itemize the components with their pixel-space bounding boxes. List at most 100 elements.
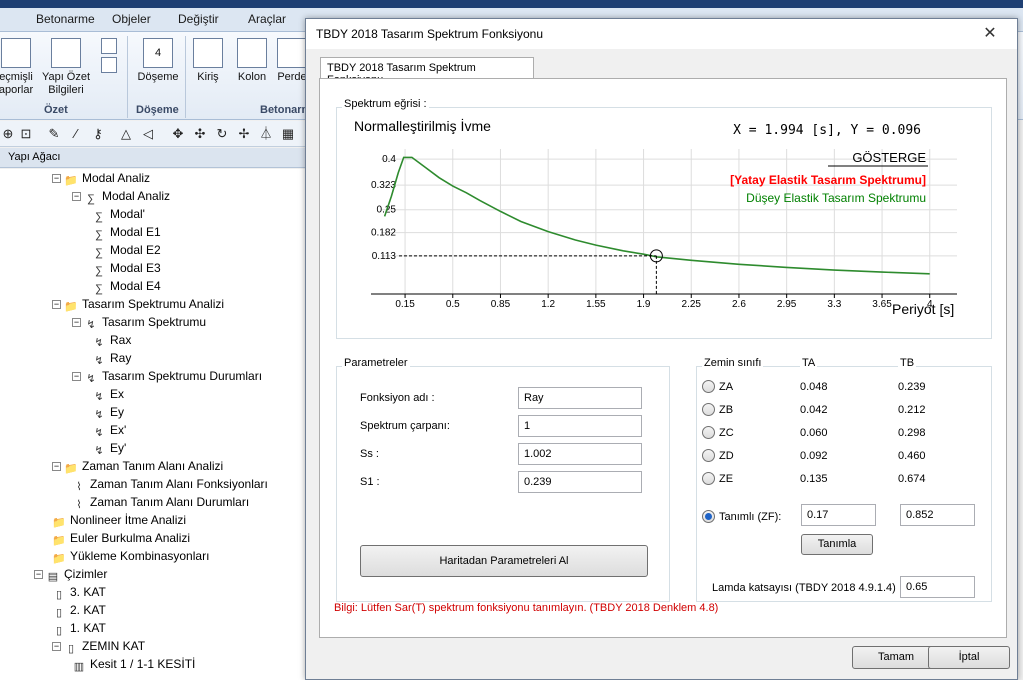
ribbon-tab-araclar[interactable]: Araçlar	[242, 12, 292, 26]
tree-node-label: Zaman Tanım Alanı Durumları	[90, 495, 250, 509]
ribbon-separator	[185, 36, 186, 118]
view-toolbar: ⊕ ⊡ ✎ ⁄ ⚷ △ ◁ ✥ ✣ ↻ ✢ ⏃ ▦	[0, 121, 305, 147]
close-icon[interactable]: ✕	[970, 23, 1010, 45]
tree-node[interactable]: ↯ Ex	[92, 385, 124, 403]
move-icon[interactable]: ✥	[170, 126, 186, 142]
wedge-icon[interactable]: ◁	[140, 126, 156, 142]
tree-node[interactable]: − 📁 Tasarım Spektrumu Analizi	[52, 295, 224, 313]
ok-button[interactable]: Tamam	[852, 646, 940, 669]
tree-node[interactable]: ⌇ Zaman Tanım Alanı Fonksiyonları	[72, 475, 268, 493]
tree-node[interactable]: ↯ Ey	[92, 403, 124, 421]
ribbon-tab-degistir[interactable]: Değiştir	[172, 12, 225, 26]
tree-node[interactable]: ∑ Modal E4	[92, 277, 161, 295]
defined-ta-input[interactable]: 0.17	[801, 504, 876, 526]
tab-tbdy-spectrum[interactable]: TBDY 2018 Tasarım Spektrum Fonksiyonu	[320, 57, 534, 86]
tree-node-label: Modal Analiz	[82, 171, 151, 185]
yapi-ozet-button[interactable]: Yapı Özet Bilgileri	[40, 38, 92, 97]
tree-node[interactable]: − ∑ Modal Analiz	[72, 187, 170, 205]
lambda-input[interactable]: 0.65	[900, 576, 975, 598]
tree-node[interactable]: ▯ 1. KAT	[52, 619, 106, 637]
folder-icon: 📁	[64, 301, 78, 313]
tree-node[interactable]: 📁 Yükleme Kombinasyonları	[52, 547, 209, 565]
tree-node[interactable]: − ▤ Çizimler	[34, 565, 107, 583]
tree-node[interactable]: − ↯ Tasarım Spektrumu Durumları	[72, 367, 262, 385]
folder-icon: 📁	[52, 535, 66, 547]
collapse-icon[interactable]: −	[72, 192, 81, 201]
define-button[interactable]: Tanımla	[801, 534, 873, 555]
s1-input[interactable]: 0.239	[518, 471, 642, 493]
tree-node[interactable]: − 📁 Modal Analiz	[52, 169, 150, 187]
gecmisli-raporlar-button[interactable]: eçmişli aporlar	[0, 38, 38, 97]
tree-node[interactable]: 📁 Euler Burkulma Analizi	[52, 529, 190, 547]
time-icon: ⌇	[76, 481, 82, 493]
tree-node[interactable]: 📁 Nonlineer İtme Analizi	[52, 511, 186, 529]
tree-node[interactable]: ▯ 3. KAT	[52, 583, 106, 601]
pen-icon[interactable]: ✎	[46, 126, 62, 142]
spectrum-factor-input[interactable]: 1	[518, 415, 642, 437]
collapse-icon[interactable]: −	[52, 642, 61, 651]
map-parameters-button[interactable]: Haritadan Parametreleri Al	[360, 545, 648, 577]
tree-node[interactable]: − ▯ ZEMIN KAT	[52, 637, 145, 655]
y-tick-label: 0.113	[372, 251, 397, 262]
collapse-icon[interactable]: −	[52, 300, 61, 309]
collapse-icon[interactable]: −	[72, 372, 81, 381]
triangle-icon[interactable]: △	[118, 126, 134, 142]
soil-radio-ze[interactable]	[702, 472, 715, 485]
x-tick-label: 1.9	[637, 299, 651, 310]
defined-tb-input[interactable]: 0.852	[900, 504, 975, 526]
tree-node-label: 3. KAT	[70, 585, 106, 599]
tree-node[interactable]: ⌇ Zaman Tanım Alanı Durumları	[72, 493, 249, 511]
soil-radio-zc[interactable]	[702, 426, 715, 439]
tree-node[interactable]: ↯ Rax	[92, 331, 131, 349]
section-icon: ▥	[73, 661, 85, 673]
small-tools[interactable]	[98, 38, 120, 76]
pan-icon[interactable]: ✣	[192, 126, 208, 142]
kiris-button[interactable]: Kiriş	[190, 38, 226, 84]
defined-zf-radio[interactable]	[702, 510, 715, 523]
rotate-icon[interactable]: ↻	[214, 126, 230, 142]
tree-node[interactable]: ∑ Modal E2	[92, 241, 161, 259]
tree-node-label: Modal Analiz	[102, 189, 171, 203]
spectrum-chart[interactable]: 0.15 0.5 0.85 1.2 1.55 1.9 2.25 2.6 2.95 3.3 3.65 4…	[332, 97, 972, 327]
snap-icon[interactable]: ✢	[236, 126, 252, 142]
grid-icon[interactable]: ▦	[280, 126, 296, 142]
x-tick-label: 1.2	[541, 299, 555, 310]
folder-icon: 📁	[64, 175, 78, 187]
ribbon-tab-betonarme[interactable]: Betonarme	[30, 12, 101, 26]
tree-node[interactable]: ↯ Ey'	[92, 439, 126, 457]
tree-node[interactable]: ∑ Modal E1	[92, 223, 161, 241]
tree-panel-title: Yapı Ağacı	[8, 151, 61, 163]
tree-node[interactable]: − ↯ Tasarım Spektrumu	[72, 313, 206, 331]
dialog-title-bar[interactable]: TBDY 2018 Tasarım Spektrum Fonksiyonu	[306, 19, 1017, 49]
tree-node[interactable]: ↯ Ex'	[92, 421, 126, 439]
spectrum-icon: ↯	[94, 445, 104, 457]
dropper-icon[interactable]: ⁄	[68, 126, 84, 142]
kolon-button[interactable]: Kolon	[232, 38, 272, 84]
collapse-icon[interactable]: −	[34, 570, 43, 579]
doseme-button[interactable]: 4 Döşeme	[134, 38, 182, 84]
soil-radio-zb[interactable]	[702, 403, 715, 416]
tree-node[interactable]: ↯ Ray	[92, 349, 131, 367]
soil-radio-zd[interactable]	[702, 449, 715, 462]
tree-node[interactable]: ∑ Modal'	[92, 205, 145, 223]
zoom-icon[interactable]: ⊕	[0, 126, 16, 142]
ss-input[interactable]: 1.002	[518, 443, 642, 465]
tree-node[interactable]: ▯ 2. KAT	[52, 601, 106, 619]
collapse-icon[interactable]: −	[52, 462, 61, 471]
modal-icon: ∑	[95, 211, 103, 223]
cancel-button[interactable]: İptal	[928, 646, 1010, 669]
collapse-icon[interactable]: −	[52, 174, 61, 183]
info-message: Bilgi: Lütfen Sar(T) spektrum fonksiyonu…	[334, 602, 719, 614]
mirror-icon[interactable]: ⏃	[258, 126, 274, 142]
zoom-window-icon[interactable]: ⊡	[18, 126, 34, 142]
tree-node[interactable]: ▥ Kesit 1 / 1-1 KESİTİ	[72, 655, 196, 673]
tree-node[interactable]: − 📁 Zaman Tanım Alanı Analizi	[52, 457, 223, 475]
doseme-label: Döşeme	[137, 71, 179, 83]
key-icon[interactable]: ⚷	[90, 126, 106, 142]
tree-node-label: ZEMIN KAT	[82, 639, 146, 653]
collapse-icon[interactable]: −	[72, 318, 81, 327]
tree-node[interactable]: ∑ Modal E3	[92, 259, 161, 277]
function-name-input[interactable]: Ray	[518, 387, 642, 409]
soil-radio-za[interactable]	[702, 380, 715, 393]
ribbon-tab-objeler[interactable]: Objeler	[106, 12, 157, 26]
